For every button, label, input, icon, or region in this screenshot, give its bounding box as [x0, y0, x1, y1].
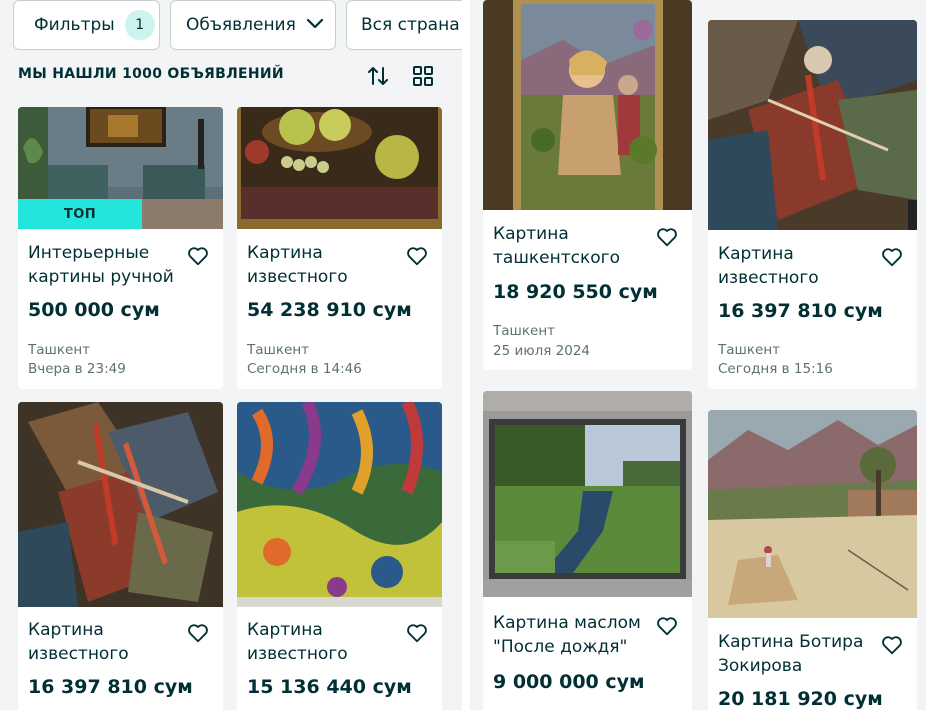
- top-badge: ТОП: [18, 199, 142, 229]
- listing-title[interactable]: Картина известного: [28, 618, 179, 666]
- listing-panel-right: Картина ташкентского 18 920 550 сум Ташк…: [470, 0, 926, 710]
- listing-time: Сегодня в 15:16: [718, 361, 833, 377]
- listing-city: Ташкент: [28, 342, 91, 358]
- listing-title[interactable]: Картина маслом "После дождя": [493, 611, 648, 659]
- listing-city: Ташкент: [493, 323, 556, 339]
- listing-title[interactable]: Интерьерные картины ручной: [28, 241, 179, 289]
- listing-image-girl-grapes[interactable]: [483, 0, 692, 210]
- listing-price: 500 000 сум: [28, 299, 160, 321]
- filters-button[interactable]: Фильтры 1: [13, 0, 160, 50]
- listing-price: 18 920 550 сум: [493, 281, 658, 303]
- favorite-heart-icon[interactable]: [187, 622, 209, 644]
- listing-panel-left: Фильтры 1 Объявления Вся страна МЫ НАШЛИ…: [0, 0, 462, 710]
- region-dropdown[interactable]: Вся страна: [346, 0, 462, 50]
- listing-price: 15 136 440 сум: [247, 676, 412, 698]
- ads-type-dropdown[interactable]: Объявления: [170, 0, 336, 50]
- results-count: МЫ НАШЛИ 1000 ОБЪЯВЛЕНИЙ: [18, 66, 284, 82]
- listing-city: Ташкент: [247, 342, 310, 358]
- listing-title[interactable]: Картина известного: [718, 242, 873, 290]
- favorite-heart-icon[interactable]: [656, 615, 678, 637]
- chevron-down-icon: [306, 15, 324, 35]
- listing-image-river-landscape[interactable]: [483, 391, 692, 597]
- listing-image-pattern[interactable]: [237, 402, 442, 607]
- listing-image-mountain-landscape[interactable]: [708, 410, 917, 618]
- favorite-heart-icon[interactable]: [881, 246, 903, 268]
- favorite-heart-icon[interactable]: [406, 245, 428, 267]
- listing-card[interactable]: Картина Ботира Зокирова 20 181 920 сум: [708, 410, 917, 710]
- listing-time: 25 июля 2024: [493, 343, 591, 359]
- listing-city: Ташкент: [718, 342, 781, 358]
- listing-image-abstract[interactable]: [18, 402, 223, 607]
- listing-card[interactable]: Картина известного 16 397 810 сум: [18, 402, 223, 710]
- listing-price: 54 238 910 сум: [247, 299, 412, 321]
- sort-icon[interactable]: [366, 64, 390, 88]
- favorite-heart-icon[interactable]: [187, 245, 209, 267]
- listing-image-abstract-figure[interactable]: [708, 20, 917, 230]
- listing-title[interactable]: Картина известного: [247, 618, 398, 666]
- favorite-heart-icon[interactable]: [406, 622, 428, 644]
- favorite-heart-icon[interactable]: [881, 634, 903, 656]
- favorite-heart-icon[interactable]: [656, 226, 678, 248]
- filters-label: Фильтры: [34, 15, 115, 35]
- screenshot-divider: [462, 0, 470, 710]
- listing-title[interactable]: Картина Ботира Зокирова: [718, 630, 873, 678]
- listing-price: 9 000 000 сум: [493, 671, 645, 693]
- listing-card[interactable]: ТОП Интерьерные картины ручной 500 000 с…: [18, 107, 223, 389]
- listing-time: Сегодня в 14:46: [247, 361, 362, 377]
- listing-image-still-life[interactable]: [237, 107, 442, 229]
- listing-time: Вчера в 23:49: [28, 361, 126, 377]
- listing-card[interactable]: Картина известного 54 238 910 сум Ташкен…: [237, 107, 442, 389]
- listing-card[interactable]: Картина известного 15 136 440 сум: [237, 402, 442, 710]
- region-label: Вся страна: [361, 15, 460, 35]
- listing-price: 16 397 810 сум: [718, 300, 883, 322]
- grid-view-icon[interactable]: [411, 64, 435, 88]
- listing-card[interactable]: Картина известного 16 397 810 сум Ташкен…: [708, 20, 917, 389]
- listing-title[interactable]: Картина ташкентского: [493, 222, 648, 270]
- listing-price: 20 181 920 сум: [718, 688, 883, 710]
- filters-count-badge: 1: [124, 10, 155, 40]
- listing-title[interactable]: Картина известного: [247, 241, 398, 289]
- screenshot: Фильтры 1 Объявления Вся страна МЫ НАШЛИ…: [0, 0, 926, 710]
- ads-type-label: Объявления: [186, 15, 296, 35]
- listing-card[interactable]: Картина маслом "После дождя" 9 000 000 с…: [483, 391, 692, 710]
- listing-price: 16 397 810 сум: [28, 676, 193, 698]
- listing-card[interactable]: Картина ташкентского 18 920 550 сум Ташк…: [483, 0, 692, 370]
